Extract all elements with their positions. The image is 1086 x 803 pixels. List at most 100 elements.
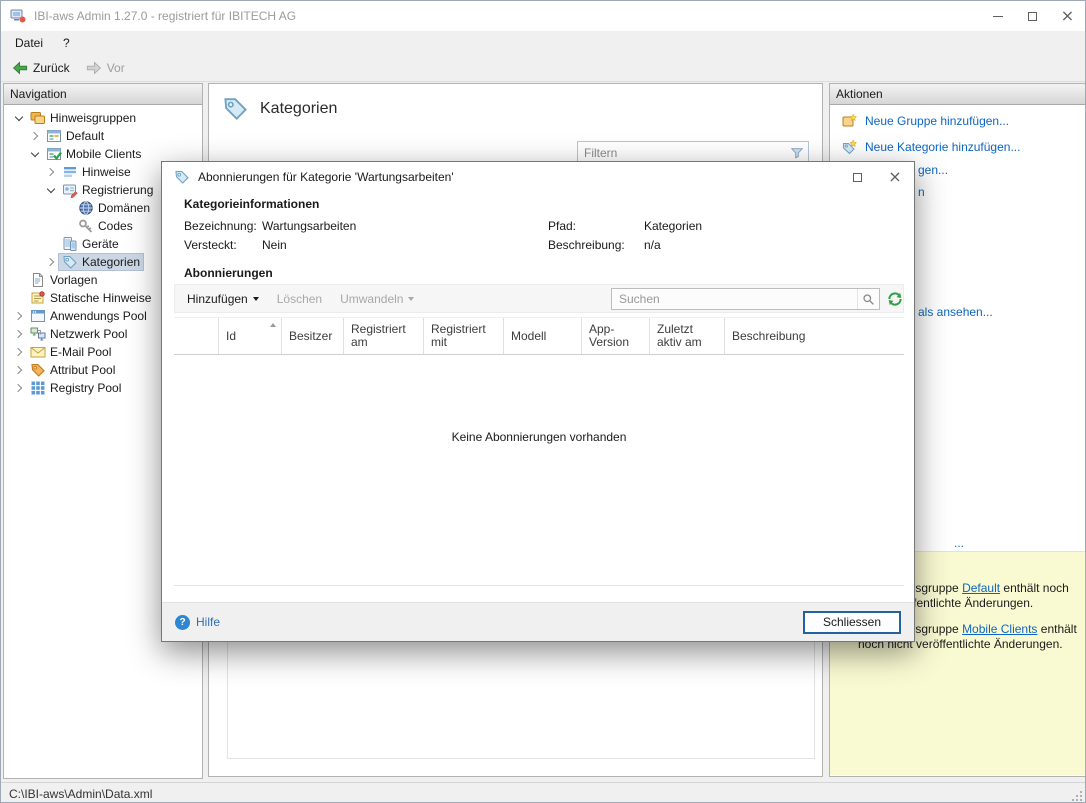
- filter-input[interactable]: [578, 146, 787, 160]
- tree-item-label: Statische Hinweise: [50, 291, 151, 305]
- tree-item-hinweisgruppen[interactable]: Hinweisgruppen: [4, 109, 202, 127]
- delete-button[interactable]: Löschen: [268, 287, 331, 311]
- tree-node[interactable]: Geräte: [58, 235, 123, 253]
- expander-collapsed-icon[interactable]: [12, 307, 26, 325]
- column-header-zuletzt-aktiv-am[interactable]: Zuletzt aktiv am: [650, 318, 725, 354]
- tree-node[interactable]: Netzwerk Pool: [26, 325, 131, 343]
- dialog-close-button[interactable]: ×: [876, 163, 914, 192]
- tree-node[interactable]: Anwendungs Pool: [26, 307, 151, 325]
- expander-collapsed-icon[interactable]: [12, 343, 26, 361]
- column-header-beschreibung[interactable]: Beschreibung: [725, 318, 904, 354]
- tree-node[interactable]: Default: [42, 127, 108, 145]
- column-header-registriert-mit[interactable]: Registriert mit: [424, 318, 504, 354]
- tree-node[interactable]: Hinweisgruppen: [26, 109, 140, 127]
- column-header-registriert-am[interactable]: Registriert am: [344, 318, 424, 354]
- forward-button-label: Vor: [107, 61, 125, 75]
- column-header-app-version[interactable]: App-Version: [582, 318, 650, 354]
- tree-item-label: Registrierung: [82, 183, 153, 197]
- field-label-beschreibung: Beschreibung:: [548, 238, 644, 252]
- tree-node[interactable]: Vorlagen: [26, 271, 101, 289]
- column-header-blank: [174, 318, 219, 354]
- category-tag-icon: [222, 95, 249, 122]
- sort-ascending-icon: [270, 323, 276, 327]
- notice-link-default[interactable]: Default: [962, 581, 1000, 595]
- field-value-wartungsarbeiten: Wartungsarbeiten: [262, 219, 548, 233]
- expander-expanded-icon[interactable]: [28, 145, 42, 163]
- action-link-fragment-1[interactable]: gen...: [918, 163, 948, 177]
- main-header: Kategorien: [209, 84, 822, 122]
- tree-node[interactable]: Codes: [74, 217, 137, 235]
- close-button[interactable]: ×: [1050, 1, 1085, 31]
- resize-grip-icon[interactable]: [1070, 789, 1083, 802]
- tree-node[interactable]: E-Mail Pool: [26, 343, 115, 361]
- help-icon: ?: [175, 615, 190, 630]
- back-button[interactable]: Zurück: [8, 58, 74, 78]
- maximize-button[interactable]: [1015, 1, 1050, 31]
- expander-expanded-icon[interactable]: [12, 109, 26, 127]
- notice-link-mobile-clients[interactable]: Mobile Clients: [962, 622, 1037, 636]
- tree-item-label: Domänen: [98, 201, 150, 215]
- navigation-history-toolbar: Zurück Vor: [1, 55, 1085, 82]
- action-link-fragment-4[interactable]: ...: [954, 536, 964, 550]
- tree-item-default[interactable]: Default: [4, 127, 202, 145]
- tree-node[interactable]: Domänen: [74, 199, 154, 217]
- action-link-fragment-2[interactable]: n: [918, 185, 925, 199]
- expander-collapsed-icon[interactable]: [12, 361, 26, 379]
- codes-icon: [78, 218, 94, 234]
- maximize-icon: [1028, 12, 1037, 21]
- column-header-label: Registriert am: [351, 323, 416, 349]
- expander-collapsed-icon[interactable]: [44, 253, 58, 271]
- refresh-button[interactable]: [886, 290, 904, 308]
- action-links: Neue Gruppe hinzufügen... Neue Kategorie …: [830, 105, 1085, 155]
- dialog-maximize-button[interactable]: [838, 163, 876, 192]
- app-pool-icon: [30, 308, 46, 324]
- expander-collapsed-icon[interactable]: [28, 127, 42, 145]
- field-value-n-a: n/a: [644, 238, 890, 252]
- menu-item-help[interactable]: ?: [53, 32, 80, 54]
- tree-item-label: Vorlagen: [50, 273, 97, 287]
- expander-collapsed-icon[interactable]: [12, 379, 26, 397]
- convert-button[interactable]: Umwandeln: [331, 287, 423, 311]
- status-bar: C:\IBI-aws\Admin\Data.xml: [1, 782, 1085, 803]
- tree-node[interactable]: Mobile Clients: [42, 145, 145, 163]
- tree-item-label: Attribut Pool: [50, 363, 115, 377]
- tree-node[interactable]: Registrierung: [58, 181, 157, 199]
- expander-expanded-icon[interactable]: [44, 181, 58, 199]
- column-header-id[interactable]: Id: [219, 318, 282, 354]
- tree-item-label: Geräte: [82, 237, 119, 251]
- column-header-label: Beschreibung: [732, 330, 805, 343]
- expander-collapsed-icon[interactable]: [12, 325, 26, 343]
- column-header-modell[interactable]: Modell: [504, 318, 582, 354]
- menu-item-datei[interactable]: Datei: [5, 32, 53, 54]
- tree-node[interactable]: Statische Hinweise: [26, 289, 155, 307]
- minimize-button[interactable]: [980, 1, 1015, 31]
- tree-node[interactable]: Attribut Pool: [26, 361, 119, 379]
- dropdown-caret-icon: [253, 297, 259, 301]
- expander-spacer: [12, 271, 26, 289]
- column-header-label: Id: [226, 330, 236, 343]
- search-icon[interactable]: [857, 289, 879, 309]
- empty-state-text: Keine Abonnierungen vorhanden: [174, 430, 904, 444]
- field-value-kategorien: Kategorien: [644, 219, 890, 233]
- page-title: Kategorien: [260, 100, 337, 118]
- dialog-footer: ? Hilfe Schliessen: [162, 602, 914, 641]
- network-pool-icon: [30, 326, 46, 342]
- static-hints-icon: [30, 290, 46, 306]
- templates-icon: [30, 272, 46, 288]
- expander-spacer: [60, 199, 74, 217]
- column-header-besitzer[interactable]: Besitzer: [282, 318, 344, 354]
- forward-button[interactable]: Vor: [82, 58, 129, 78]
- tree-node[interactable]: Registry Pool: [26, 379, 125, 397]
- back-arrow-icon: [12, 60, 28, 76]
- add-button[interactable]: Hinzufügen: [178, 287, 268, 311]
- action-link-neue-gruppe-hinzufügen[interactable]: Neue Gruppe hinzufügen...: [842, 113, 1085, 129]
- schliessen-button[interactable]: Schliessen: [803, 611, 901, 634]
- tree-node[interactable]: Hinweise: [58, 163, 135, 181]
- action-link-neue-kategorie-hinzufügen[interactable]: Neue Kategorie hinzufügen...: [842, 139, 1085, 155]
- search-input[interactable]: [612, 292, 857, 306]
- tree-node[interactable]: Kategorien: [58, 253, 144, 271]
- filter-funnel-icon[interactable]: [787, 144, 807, 161]
- help-button[interactable]: ? Hilfe: [175, 615, 220, 630]
- expander-collapsed-icon[interactable]: [44, 163, 58, 181]
- action-link-fragment-3[interactable]: als ansehen...: [918, 305, 993, 319]
